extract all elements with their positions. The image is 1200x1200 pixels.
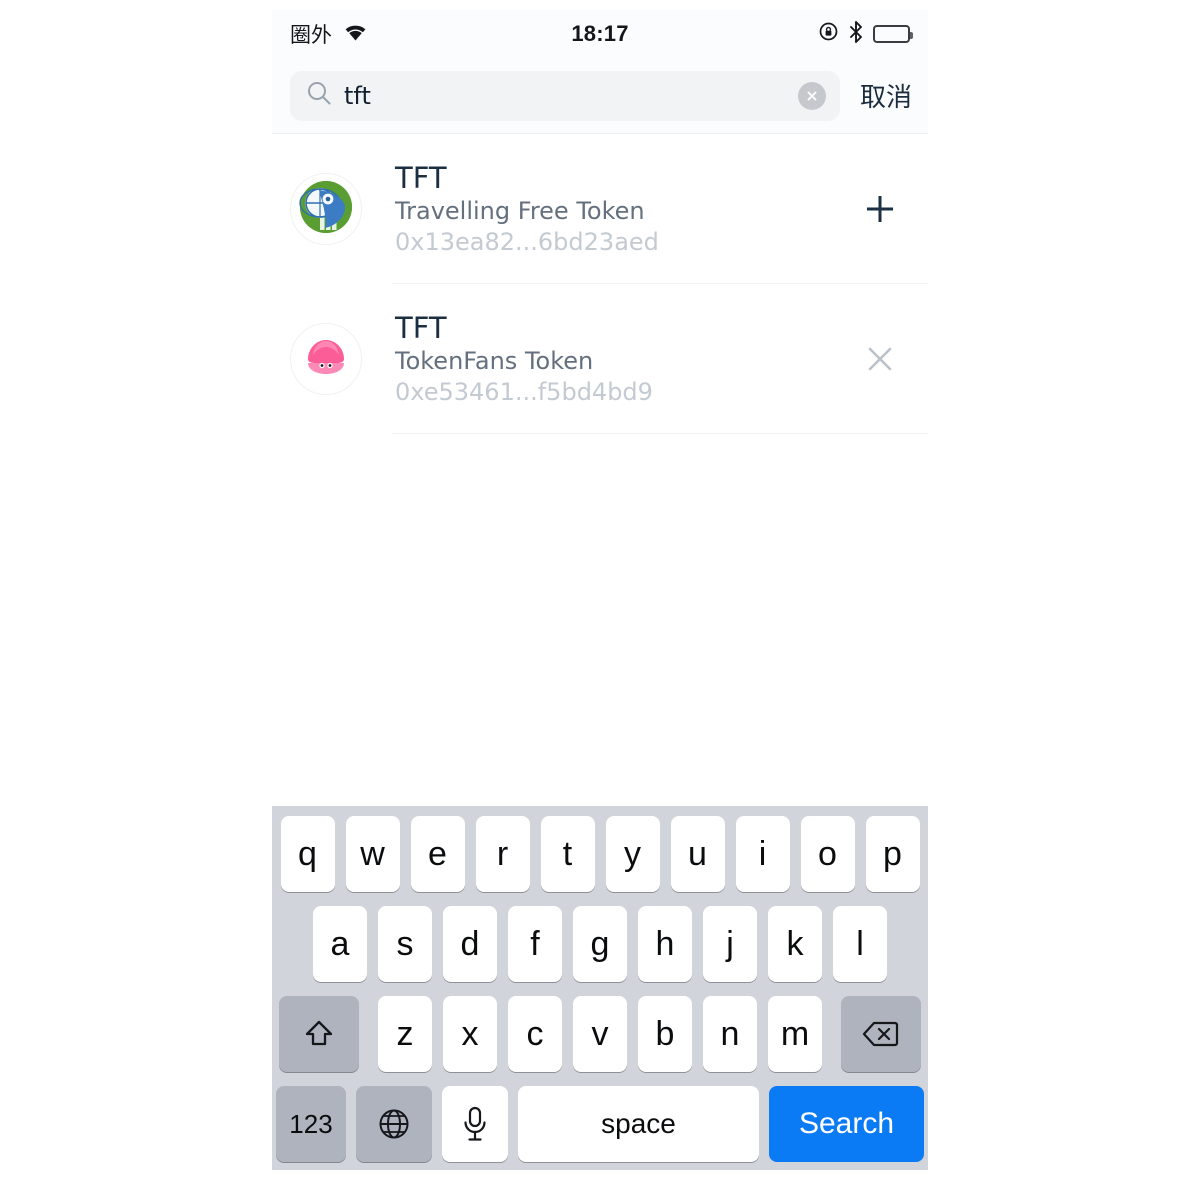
battery-icon <box>873 25 913 43</box>
phone-viewport: 圈外 18:17 tft 取消 TFT Travelling Free Toke… <box>272 10 928 1190</box>
search-key[interactable]: Search <box>769 1086 924 1162</box>
search-icon <box>306 80 332 111</box>
rotation-lock-icon <box>818 21 839 47</box>
key-n[interactable]: n <box>703 996 757 1072</box>
table-row[interactable]: TFT Travelling Free Token 0x13ea82...6bd… <box>272 134 928 284</box>
key-b[interactable]: b <box>638 996 692 1072</box>
clear-circle-icon[interactable] <box>797 81 826 110</box>
search-input-value: tft <box>344 81 371 110</box>
token-info: TFT TokenFans Token 0xe53461...f5bd4bd9 <box>395 310 850 407</box>
key-z[interactable]: z <box>378 996 432 1072</box>
avatar <box>290 173 362 245</box>
search-bar: tft 取消 <box>272 58 928 134</box>
onscreen-keyboard: q w e r t y u i o p a s d f g h j k l z … <box>272 806 928 1170</box>
token-symbol: TFT <box>395 310 447 345</box>
screenshot-root: 圈外 18:17 tft 取消 TFT Travelling Free Toke… <box>0 0 1200 1200</box>
key-x[interactable]: x <box>443 996 497 1072</box>
token-name: Travelling Free Token <box>395 197 645 226</box>
keyboard-row-1: q w e r t y u i o p <box>272 816 928 892</box>
pink-shell-logo-icon <box>302 335 350 384</box>
microphone-key[interactable] <box>442 1086 508 1162</box>
wifi-icon <box>342 22 369 47</box>
token-address: 0xe53461...f5bd4bd9 <box>395 378 653 407</box>
avatar <box>290 323 362 395</box>
bluetooth-icon <box>849 20 863 48</box>
row-divider <box>392 433 928 434</box>
key-y[interactable]: y <box>605 816 660 892</box>
key-k[interactable]: k <box>768 906 822 982</box>
globe-chart-logo-icon <box>295 176 357 243</box>
backspace-icon <box>862 1021 899 1047</box>
remove-token-button[interactable] <box>850 342 910 376</box>
globe-key[interactable] <box>356 1086 432 1162</box>
add-token-button[interactable] <box>850 191 910 227</box>
key-a[interactable]: a <box>313 906 367 982</box>
token-name: TokenFans Token <box>395 347 594 376</box>
key-s[interactable]: s <box>378 906 432 982</box>
numbers-key[interactable]: 123 <box>276 1086 346 1162</box>
key-t[interactable]: t <box>540 816 595 892</box>
key-w[interactable]: w <box>345 816 400 892</box>
globe-icon <box>379 1109 409 1139</box>
key-u[interactable]: u <box>670 816 725 892</box>
shift-key[interactable] <box>279 996 359 1072</box>
token-symbol: TFT <box>395 160 447 195</box>
token-info: TFT Travelling Free Token 0x13ea82...6bd… <box>395 160 850 257</box>
key-m[interactable]: m <box>768 996 822 1072</box>
shift-icon <box>305 1020 333 1046</box>
cancel-button[interactable]: 取消 <box>860 77 912 114</box>
microphone-icon <box>464 1106 486 1141</box>
key-i[interactable]: i <box>735 816 790 892</box>
carrier-label: 圈外 <box>290 23 332 47</box>
key-c[interactable]: c <box>508 996 562 1072</box>
search-results-list: TFT Travelling Free Token 0x13ea82...6bd… <box>272 134 928 806</box>
keyboard-row-3: z x c v b n m <box>272 996 928 1072</box>
keyboard-row-4: 123 space Search <box>272 1086 928 1162</box>
backspace-key[interactable] <box>841 996 921 1072</box>
status-bar: 圈外 18:17 <box>272 10 928 58</box>
search-input[interactable]: tft <box>290 70 840 121</box>
key-l[interactable]: l <box>833 906 887 982</box>
key-d[interactable]: d <box>443 906 497 982</box>
token-address: 0x13ea82...6bd23aed <box>395 228 659 257</box>
status-bar-right <box>818 20 913 48</box>
keyboard-row-2: a s d f g h j k l <box>272 906 928 982</box>
key-v[interactable]: v <box>573 996 627 1072</box>
table-row[interactable]: TFT TokenFans Token 0xe53461...f5bd4bd9 <box>272 284 928 434</box>
key-h[interactable]: h <box>638 906 692 982</box>
key-r[interactable]: r <box>475 816 530 892</box>
status-bar-left: 圈外 <box>290 19 369 49</box>
key-q[interactable]: q <box>280 816 335 892</box>
key-o[interactable]: o <box>800 816 855 892</box>
space-key[interactable]: space <box>518 1086 759 1162</box>
key-p[interactable]: p <box>865 816 920 892</box>
key-e[interactable]: e <box>410 816 465 892</box>
key-j[interactable]: j <box>703 906 757 982</box>
key-f[interactable]: f <box>508 906 562 982</box>
key-g[interactable]: g <box>573 906 627 982</box>
